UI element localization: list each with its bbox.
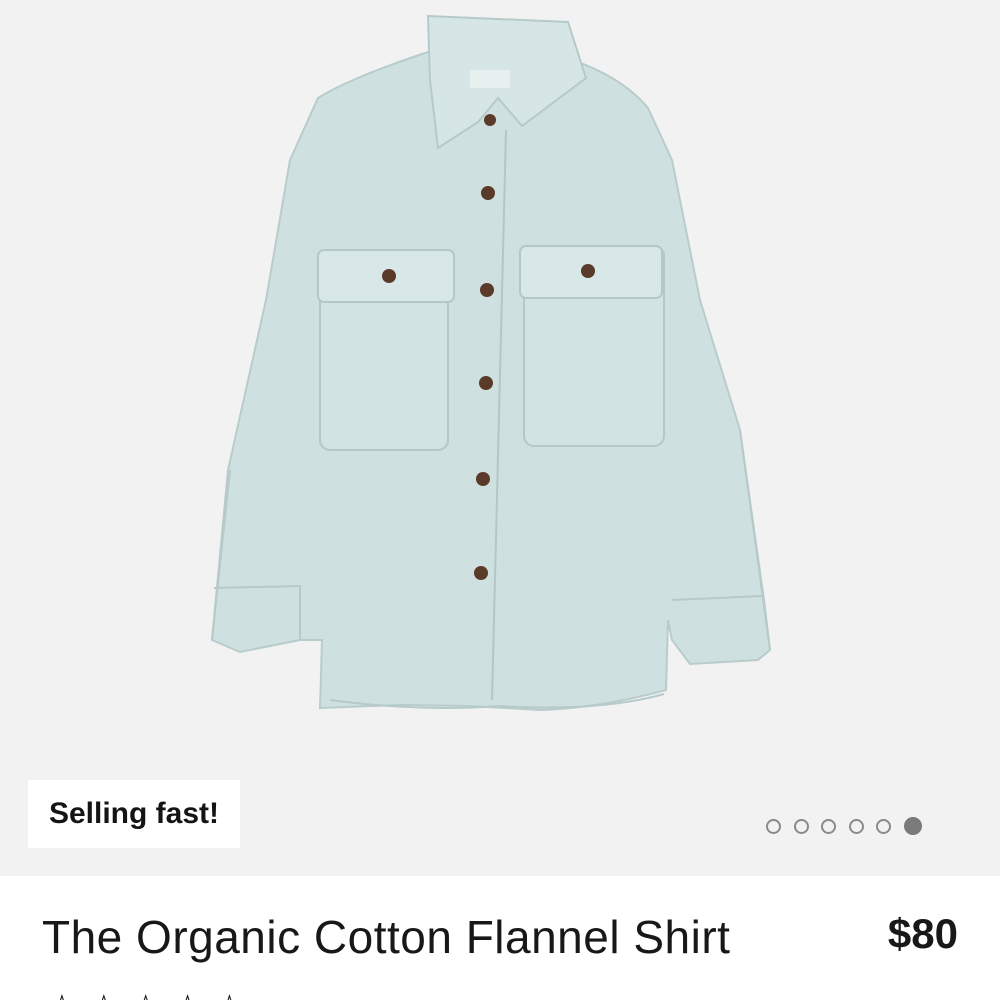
carousel-dot-5[interactable] [876,818,891,834]
star-icon: ☆ [128,990,164,1000]
product-image[interactable] [0,0,1000,876]
star-icon: ☆ [211,990,247,1000]
product-price: $80 [887,910,958,957]
product-title-link[interactable]: The Organic Cotton Flannel Shirt [42,910,730,964]
selling-fast-badge: Selling fast! [28,780,240,848]
carousel-dot-1[interactable] [766,818,781,834]
star-icon: ☆ [170,990,206,1000]
star-icon: ☆ [86,990,122,1000]
carousel-dot-4[interactable] [848,818,864,834]
carousel-dot-6-active[interactable] [903,817,922,835]
carousel-dot-3[interactable] [821,818,836,834]
carousel-pagination [766,815,934,837]
product-image-gallery[interactable]: Selling fast! [0,0,1000,876]
product-card[interactable]: Selling fast! The Organic Cotton Flannel… [0,0,1000,1000]
rating-stars[interactable]: ☆ ☆ ☆ ☆ ☆ [44,990,253,1000]
carousel-dot-2[interactable] [793,818,809,834]
product-info: The Organic Cotton Flannel Shirt $80 ☆ ☆… [0,876,1000,1000]
star-icon: ☆ [44,990,80,1000]
